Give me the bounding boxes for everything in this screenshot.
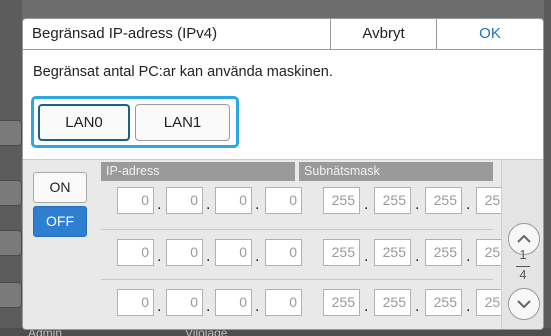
ip-octet-field[interactable]: 0 [166,187,203,214]
lan-selector: LAN0 LAN1 [31,96,239,148]
octet-separator: . [157,196,162,213]
subnet-mask-header: Subnätsmask [299,162,493,181]
tab-lan1[interactable]: LAN1 [135,104,230,141]
mask-octet-field[interactable]: 255 [374,187,411,214]
ip-octet-field[interactable]: 0 [117,289,154,316]
dialog-titlebar: Begränsad IP-adress (IPv4) Avbryt OK [23,19,543,50]
mask-octet-field[interactable]: 255 [323,187,360,214]
background-side-tab [0,180,22,206]
octet-separator: . [415,248,420,265]
mask-octet-field[interactable]: 255 [374,289,411,316]
dialog-message: Begränsat antal PC:ar kan använda maskin… [33,64,333,80]
octet-separator: . [364,248,369,265]
ip-octet-field[interactable]: 0 [265,289,302,316]
octet-separator: . [255,298,260,315]
scroll-down-button[interactable] [508,288,540,320]
mask-octet-field[interactable]: 255 [425,187,462,214]
on-button[interactable]: ON [33,172,87,203]
octet-separator: . [255,248,260,265]
octet-separator: . [206,248,211,265]
mask-octet-field[interactable]: 255 [323,289,360,316]
octet-separator: . [415,298,420,315]
page-divider [516,266,530,267]
current-page: 1 [519,248,527,262]
restriction-toggle: ON OFF [23,160,99,329]
ip-octet-field[interactable]: 0 [215,239,252,266]
background-right-edge [544,0,551,336]
chevron-up-icon [517,234,531,243]
octet-separator: . [466,298,471,315]
ip-address-table: IP-adress Subnätsmask 0. 0. 0. 0 255. 255. 255… [99,160,513,329]
mask-octet-field[interactable]: 255 [374,239,411,266]
row-divider [101,279,493,280]
octet-separator: . [157,298,162,315]
ip-octet-field[interactable]: 0 [215,187,252,214]
total-pages: 4 [519,268,527,282]
octet-separator: . [157,248,162,265]
octet-separator: . [206,298,211,315]
cancel-button[interactable]: Avbryt [331,19,437,49]
octet-separator: . [364,298,369,315]
chevron-down-icon [517,300,531,309]
ok-button[interactable]: OK [437,19,543,49]
octet-separator: . [255,196,260,213]
ip-octet-field[interactable]: 0 [117,187,154,214]
ip-address-header: IP-adress [101,162,295,181]
octet-separator: . [415,196,420,213]
ip-settings-panel: ON OFF IP-adress Subnätsmask 0. 0. 0. 0 255.… [23,159,543,329]
octet-separator: . [206,196,211,213]
ip-octet-field[interactable]: 0 [166,289,203,316]
dialog-title: Begränsad IP-adress (IPv4) [23,19,331,49]
octet-separator: . [364,196,369,213]
tab-lan0[interactable]: LAN0 [38,104,130,141]
ip-octet-field[interactable]: 0 [117,239,154,266]
mask-octet-field[interactable]: 255 [323,239,360,266]
ip-octet-field[interactable]: 0 [215,289,252,316]
background-side-tab [0,120,22,146]
octet-separator: . [466,248,471,265]
restricted-ip-dialog: Begränsad IP-adress (IPv4) Avbryt OK Beg… [22,18,544,330]
ip-octet-field[interactable]: 0 [166,239,203,266]
ip-octet-field[interactable]: 0 [265,187,302,214]
ip-octet-field[interactable]: 0 [265,239,302,266]
pager: 1 4 [501,160,543,329]
mask-octet-field[interactable]: 255 [425,289,462,316]
octet-separator: . [466,196,471,213]
background-side-tab [0,282,22,308]
mask-octet-field[interactable]: 255 [425,239,462,266]
row-divider [101,229,493,230]
off-button[interactable]: OFF [33,206,87,237]
background-side-tab [0,230,22,256]
